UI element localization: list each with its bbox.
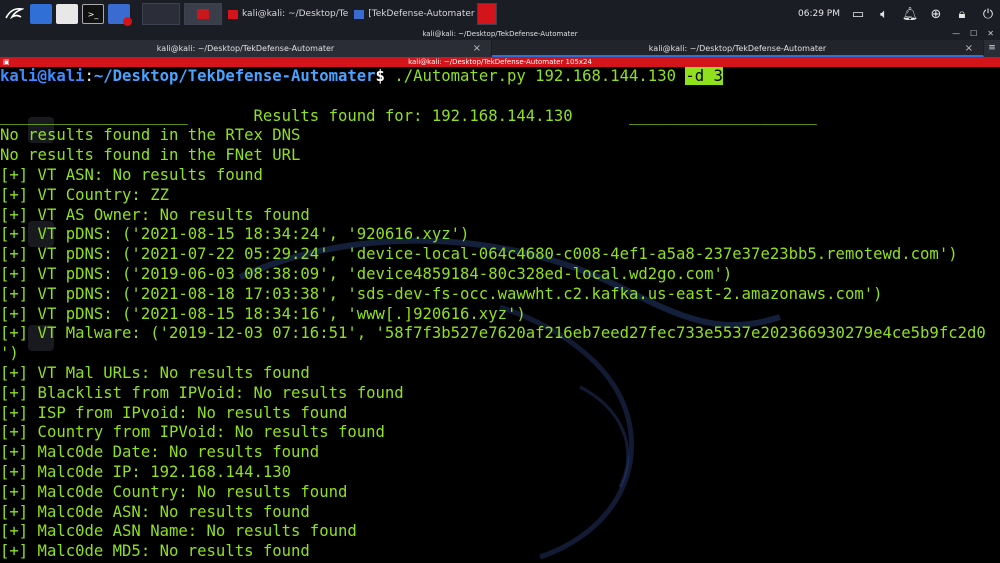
folder-icon [354,9,365,19]
minimize-icon[interactable]: — [952,28,960,40]
output-line: [+] VT pDNS: ('2021-07-22 05:29:24', 'de… [0,245,958,264]
clock[interactable]: 06:29 PM [798,9,840,19]
output-line: [+] Malc0de ASN Name: No results found [0,522,357,541]
prompt-line: kali@kali:~/Desktop/TekDefense-Automater… [0,67,723,85]
lock-icon[interactable]: 🔒︎ [954,6,970,22]
terminal-title-bar: ▣ kali@kali: ~/Desktop/TekDefense-Automa… [0,57,1000,67]
tab-terminal-1[interactable]: kali@kali: ~/Desktop/TekDefense-Automate… [0,40,492,57]
prompt-symbol: $ [375,67,385,85]
prompt-path: ~/Desktop/TekDefense-Automater [93,67,376,85]
kali-menu-icon[interactable] [2,3,26,25]
output-line: [+] Blacklist from IPVoid: No results fo… [0,383,404,402]
tab-menu-icon[interactable]: ≡ [984,40,1000,57]
output-line: ') [0,344,19,363]
notifications-bell-icon[interactable]: 🔔︎ [902,6,919,22]
terminal-launcher-icon[interactable]: >_ [82,4,104,24]
update-icon[interactable]: ⊕ [928,6,944,22]
tab-close-icon[interactable]: × [473,40,481,57]
command-text: ./Automater.py 192.168.144.130 [384,67,686,85]
output-line: [+] VT pDNS: ('2021-08-18 17:03:38', 'sd… [0,284,883,303]
workspace-1[interactable] [142,3,180,25]
terminal-icon [228,9,238,19]
terminal-output[interactable]: kali@kali:~/Desktop/TekDefense-Automater… [0,67,1000,563]
volume-icon[interactable]: 🔈︎ [876,6,892,22]
command-flag: -d 3 [685,67,723,85]
file-manager-icon[interactable] [56,4,78,24]
output-line: [+] VT pDNS: ('2021-08-15 18:34:24', '92… [0,225,470,244]
output-line: [+] VT Mal URLs: No results found [0,363,310,382]
output-line: ____________________ Results found for: … [0,106,817,125]
terminal-icon: ▣ [3,58,10,66]
tab-bar: kali@kali: ~/Desktop/TekDefense-Automate… [0,40,1000,57]
output-line: [+] Malc0de MD5: No results found [0,542,310,561]
output-line: [+] VT ASN: No results found [0,165,263,184]
close-icon[interactable]: ✕ [987,28,994,40]
output-line: [+] Malc0de IP: 192.168.144.130 [0,462,292,481]
output-line: [+] VT pDNS: ('2021-08-15 18:34:16', 'ww… [0,304,526,323]
output-line: [+] Country from IPVoid: No results foun… [0,423,385,442]
workspace-3[interactable] [476,3,497,25]
output-line: No results found in the FNet URL [0,146,301,165]
display-icon[interactable]: ▭ [850,6,866,22]
maximize-icon[interactable]: ☐ [970,28,977,40]
output-line: [+] VT Malware: ('2019-12-03 07:16:51', … [0,324,986,343]
taskbar-item-automater[interactable]: [TekDefense-Automater [354,3,475,25]
output-line: [+] VT AS Owner: No results found [0,205,310,224]
output-line: [+] Malc0de Date: No results found [0,443,320,462]
top-panel: >_ kali@kali: ~/Desktop/Te [TekDefense-A… [0,0,1000,28]
output-line: [+] Malc0de ASN: No results found [0,502,310,521]
screen-recorder-icon[interactable] [108,4,132,26]
output-line: No results found in the RTex DNS [0,126,301,145]
output-line: [+] Malc0de Country: No results found [0,482,348,501]
tab-close-icon[interactable]: × [965,40,973,57]
tab-terminal-2[interactable]: kali@kali: ~/Desktop/TekDefense-Automate… [492,40,984,57]
desktop-icon[interactable] [30,4,52,24]
output-line: [+] ISP from IPvoid: No results found [0,403,348,422]
window-controls: — ☐ ✕ [952,28,994,40]
taskbar-item-terminal[interactable]: kali@kali: ~/Desktop/Te [228,3,348,25]
power-icon[interactable]: ⏻ [980,6,996,22]
output-line: [+] VT pDNS: ('2019-06-03 08:38:09', 'de… [0,264,733,283]
window-title: kali@kali: ~/Desktop/TekDefense-Automate… [0,28,1000,40]
output-line: [+] VT Country: ZZ [0,185,169,204]
prompt-user: kali@kali [0,67,85,85]
workspace-2[interactable] [184,3,222,25]
